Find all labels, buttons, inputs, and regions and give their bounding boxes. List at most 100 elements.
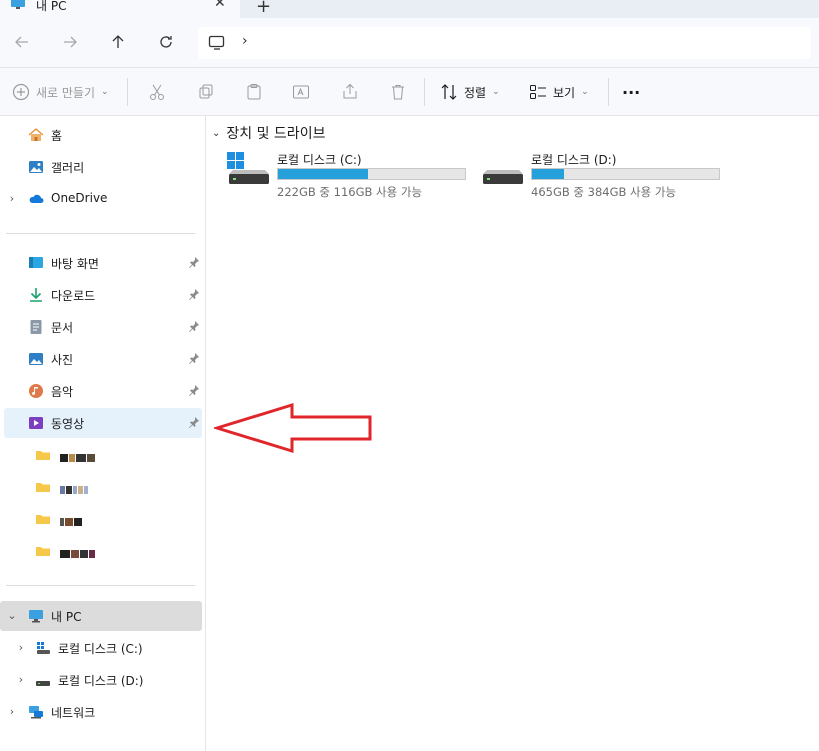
tab-close-button[interactable]: ✕: [214, 0, 226, 11]
pin-icon[interactable]: [188, 416, 200, 428]
sidebar-item-label: 내 PC: [51, 610, 82, 624]
sidebar-item-this-pc[interactable]: ⌄ 내 PC: [0, 601, 202, 631]
sort-icon: [441, 84, 457, 100]
sidebar-item-folder[interactable]: [4, 504, 202, 534]
tab-this-pc[interactable]: 내 PC ✕: [0, 0, 240, 18]
sidebar-item-drive-c[interactable]: › 로컬 디스크 (C:): [4, 633, 202, 663]
windows-drive-icon: [227, 152, 269, 184]
delete-button[interactable]: [389, 80, 407, 104]
folder-icon: [35, 543, 51, 559]
rename-icon: [293, 85, 309, 99]
chevron-right-icon[interactable]: ›: [16, 673, 26, 686]
chevron-down-icon: ⌄: [492, 87, 500, 97]
sidebar-item-downloads[interactable]: 다운로드: [4, 280, 202, 310]
folder-icon: [35, 447, 51, 463]
forward-button[interactable]: [58, 30, 82, 54]
navigation-bar: ›: [0, 18, 819, 68]
drive-tile-d[interactable]: 로컬 디스크 (D:) 465GB 중 384GB 사용 가능: [481, 150, 731, 200]
address-bar[interactable]: ›: [198, 27, 811, 59]
drive-usage-bar: [277, 168, 466, 180]
new-tab-button[interactable]: +: [256, 0, 271, 17]
pin-icon[interactable]: [188, 320, 200, 332]
monitor-icon: [208, 35, 225, 50]
group-header-devices[interactable]: ⌄ 장치 및 드라이브: [212, 123, 325, 143]
scissors-icon: [150, 84, 164, 100]
sort-button[interactable]: 정렬 ⌄: [440, 80, 500, 104]
copy-button[interactable]: [197, 80, 215, 104]
sidebar-item-folder[interactable]: [4, 472, 202, 502]
redacted-name: [60, 514, 116, 526]
sidebar-item-label: 사진: [51, 353, 74, 367]
monitor-icon: [28, 608, 44, 624]
refresh-button[interactable]: [154, 30, 178, 54]
arrow-up-icon: [112, 35, 124, 48]
cut-button[interactable]: [148, 80, 166, 104]
sidebar-item-drive-d[interactable]: › 로컬 디스크 (D:): [4, 665, 202, 695]
network-icon: [28, 704, 44, 720]
command-bar: 새로 만들기 ⌄ 정렬 ⌄ 보기 ⌄ ···: [0, 68, 819, 116]
up-button[interactable]: [106, 30, 130, 54]
music-icon: [28, 383, 44, 399]
drive-icon: [483, 170, 523, 184]
new-button[interactable]: 새로 만들기 ⌄: [12, 80, 109, 104]
clipboard-icon: [247, 84, 261, 100]
pin-icon[interactable]: [188, 288, 200, 300]
sidebar-item-desktop[interactable]: 바탕 화면: [4, 248, 202, 278]
navigation-pane: 홈 갤러리 › OneDrive 바탕 화면 다운로드 문서 사진 음악 동영상…: [0, 116, 206, 751]
folder-icon: [35, 479, 51, 495]
refresh-icon: [160, 36, 172, 48]
rename-button[interactable]: [292, 80, 310, 104]
sidebar-item-documents[interactable]: 문서: [4, 312, 202, 342]
monitor-icon: [11, 0, 25, 9]
view-list-icon: [530, 85, 546, 99]
view-button-label: 보기: [553, 85, 576, 100]
redacted-name: [60, 482, 116, 494]
tab-title: 내 PC: [36, 0, 67, 13]
view-button[interactable]: 보기 ⌄: [529, 80, 589, 104]
new-button-label: 새로 만들기: [36, 85, 96, 100]
drive-name: 로컬 디스크 (D:): [531, 153, 617, 167]
sidebar-item-onedrive[interactable]: › OneDrive: [4, 184, 202, 214]
redacted-name: [60, 546, 116, 558]
divider: [6, 585, 195, 586]
share-button[interactable]: [341, 80, 359, 104]
paste-button[interactable]: [245, 80, 263, 104]
sidebar-item-label: 로컬 디스크 (D:): [58, 674, 144, 688]
sidebar-item-label: 다운로드: [51, 289, 96, 303]
drive-tile-c[interactable]: 로컬 디스크 (C:) 222GB 중 116GB 사용 가능: [227, 150, 477, 200]
back-button[interactable]: [10, 30, 34, 54]
drive-usage-fill: [278, 169, 368, 179]
breadcrumb-separator[interactable]: ›: [242, 33, 248, 49]
share-icon: [343, 83, 357, 99]
sidebar-item-network[interactable]: › 네트워크: [4, 697, 202, 727]
chevron-down-icon[interactable]: ⌄: [7, 609, 17, 622]
gallery-icon: [28, 159, 44, 175]
sidebar-item-music[interactable]: 음악: [4, 376, 202, 406]
sidebar-item-videos[interactable]: 동영상: [4, 408, 202, 438]
windows-drive-icon: [35, 640, 51, 656]
pin-icon[interactable]: [188, 256, 200, 268]
copy-icon: [199, 84, 213, 99]
sidebar-item-home[interactable]: 홈: [4, 120, 202, 150]
more-options-button[interactable]: ···: [622, 80, 640, 104]
videos-icon: [28, 415, 44, 431]
home-icon: [28, 127, 44, 143]
divider: [127, 78, 128, 106]
drive-name: 로컬 디스크 (C:): [277, 153, 362, 167]
arrow-right-icon: [64, 36, 77, 48]
sidebar-item-folder[interactable]: [4, 440, 202, 470]
drive-space-info: 222GB 중 116GB 사용 가능: [277, 185, 423, 199]
chevron-right-icon[interactable]: ›: [7, 705, 17, 718]
chevron-right-icon[interactable]: ›: [16, 641, 26, 654]
chevron-right-icon[interactable]: ›: [7, 192, 17, 205]
sidebar-item-folder[interactable]: [4, 536, 202, 566]
pin-icon[interactable]: [188, 384, 200, 396]
sidebar-item-gallery[interactable]: 갤러리: [4, 152, 202, 182]
sidebar-item-pictures[interactable]: 사진: [4, 344, 202, 374]
pin-icon[interactable]: [188, 352, 200, 364]
drive-usage-bar: [531, 168, 720, 180]
divider: [6, 233, 195, 234]
sidebar-item-label: 홈: [51, 129, 63, 143]
cloud-icon: [28, 191, 44, 207]
divider: [424, 78, 425, 106]
